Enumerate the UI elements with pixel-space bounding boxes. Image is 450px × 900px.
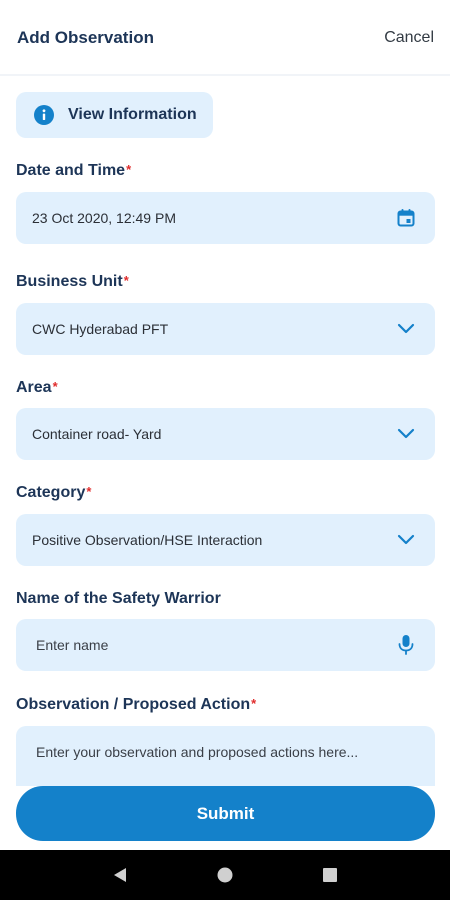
business-unit-value: CWC Hyderabad PFT	[32, 321, 169, 337]
date-time-label: Date and Time*	[16, 162, 131, 180]
recents-square-icon[interactable]	[315, 860, 345, 890]
view-information-label: View Information	[68, 106, 197, 123]
chevron-down-icon[interactable]	[395, 423, 417, 445]
submit-button[interactable]: Submit	[16, 786, 435, 841]
cancel-button[interactable]: Cancel	[384, 28, 434, 47]
observation-textarea[interactable]: Enter your observation and proposed acti…	[16, 726, 435, 786]
app-header: Add Observation Cancel	[0, 0, 450, 76]
area-label-text: Area	[16, 379, 52, 396]
required-asterisk: *	[251, 696, 257, 711]
safety-warrior-placeholder: Enter name	[36, 637, 109, 653]
date-time-label-text: Date and Time	[16, 162, 126, 179]
date-time-value: 23 Oct 2020, 12:49 PM	[32, 210, 176, 226]
safety-warrior-label-text: Name of the Safety Warrior	[16, 590, 221, 607]
category-select[interactable]: Positive Observation/HSE Interaction	[16, 514, 435, 566]
safety-warrior-label: Name of the Safety Warrior	[16, 590, 221, 608]
category-label-text: Category	[16, 484, 86, 501]
microphone-icon[interactable]	[395, 634, 417, 656]
category-value: Positive Observation/HSE Interaction	[32, 532, 263, 548]
area-label: Area*	[16, 379, 58, 397]
required-asterisk: *	[86, 484, 92, 499]
area-value: Container road- Yard	[32, 426, 162, 442]
required-asterisk: *	[52, 379, 58, 394]
view-information-button[interactable]: View Information	[16, 92, 213, 138]
add-observation-screen: Add Observation Cancel View Information …	[0, 0, 450, 900]
date-time-field[interactable]: 23 Oct 2020, 12:49 PM	[16, 192, 435, 244]
safety-warrior-input[interactable]: Enter name	[16, 619, 435, 671]
chevron-down-icon[interactable]	[395, 318, 417, 340]
back-triangle-icon[interactable]	[105, 860, 135, 890]
business-unit-select[interactable]: CWC Hyderabad PFT	[16, 303, 435, 355]
area-select[interactable]: Container road- Yard	[16, 408, 435, 460]
system-navigation-bar	[0, 850, 450, 900]
required-asterisk: *	[126, 162, 132, 177]
chevron-down-icon[interactable]	[395, 529, 417, 551]
observation-label: Observation / Proposed Action*	[16, 696, 256, 714]
info-icon	[34, 105, 54, 125]
business-unit-label: Business Unit*	[16, 273, 129, 291]
category-label: Category*	[16, 484, 91, 502]
observation-placeholder: Enter your observation and proposed acti…	[36, 744, 359, 760]
page-title: Add Observation	[17, 27, 154, 47]
form-content: View Information Date and Time* 23 Oct 2…	[16, 92, 435, 786]
home-circle-icon[interactable]	[210, 860, 240, 890]
required-asterisk: *	[123, 273, 129, 288]
business-unit-label-text: Business Unit	[16, 273, 123, 290]
observation-label-text: Observation / Proposed Action	[16, 696, 251, 713]
calendar-icon[interactable]	[395, 207, 417, 229]
